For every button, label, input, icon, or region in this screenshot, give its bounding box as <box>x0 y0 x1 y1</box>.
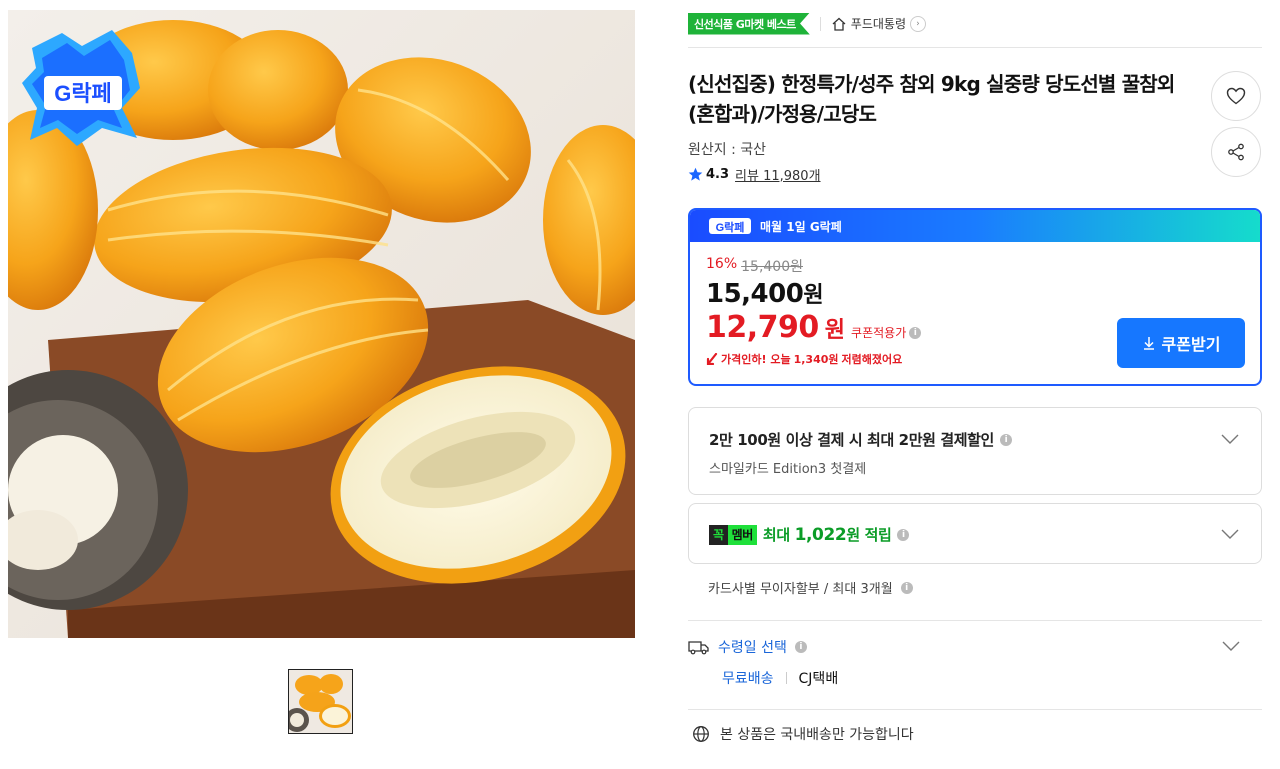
star-icon <box>688 167 703 181</box>
promo-text: 매월 1일 G락페 <box>760 219 842 234</box>
rating-score: 4.3 <box>706 167 730 182</box>
delivery-date-select[interactable]: 수령일 선택 i <box>688 637 1262 657</box>
svg-text:G락페: G락페 <box>54 81 112 106</box>
rating-row: 4.3 리뷰 11,980개 <box>688 165 821 184</box>
price-box: G락페 매월 1일 G락페 16% 15,400원 15,400원 12,790… <box>688 208 1262 386</box>
card-discount-main: 2만 100원 이상 결제 시 최대 2만원 결제할인 i <box>709 429 1241 450</box>
sale-price-value: 15,400 <box>706 279 804 309</box>
origin-text: 원산지 : 국산 <box>688 142 767 158</box>
delivery-section: 수령일 선택 i 무료배송 CJ택배 <box>688 637 1262 688</box>
member-reward: 최대 1,022원 적립 <box>762 524 892 545</box>
category-label: 푸드대통령 <box>850 17 906 31</box>
card-discount-sub: 스마일카드 Edition3 첫결제 <box>709 462 867 477</box>
promo-header: G락페 매월 1일 G락페 <box>690 210 1260 242</box>
delivery-date-label: 수령일 선택 <box>718 640 787 656</box>
coupon-label: 쿠폰적용가 i <box>851 324 922 341</box>
glakpe-badge-icon: G락페 <box>22 30 140 146</box>
price-drop-suffix: 저렴해졌어요 <box>841 353 903 366</box>
price-drop-prefix: 가격인하! 오늘 <box>721 353 791 366</box>
info-icon[interactable]: i <box>909 326 922 339</box>
coupon-label-text: 쿠폰적용가 <box>851 326 907 340</box>
wishlist-button[interactable] <box>1211 71 1261 121</box>
installment-text: 카드사별 무이자할부 / 최대 3개월 <box>708 582 893 597</box>
share-button[interactable] <box>1211 127 1261 177</box>
domestic-text: 본 상품은 국내배송만 가능합니다 <box>720 727 914 743</box>
coupon-price-value: 12,790 <box>706 310 819 345</box>
coupon-button-label: 쿠폰받기 <box>1161 337 1221 354</box>
breadcrumb-divider <box>819 16 821 31</box>
info-icon[interactable]: i <box>900 581 913 594</box>
member-benefit-main: 꼭 멤버 최대 1,022원 적립 i <box>709 524 1241 545</box>
member-reward-suffix: 원 적립 <box>846 526 892 544</box>
product-title: (신선집중) 한정특가/성주 참외 9kg 실중량 당도선별 꿀참외(혼합과)/… <box>688 72 1175 126</box>
review-link[interactable]: 리뷰 11,980개 <box>735 165 821 184</box>
carrier-name: CJ택배 <box>798 671 839 687</box>
breadcrumb: 신선식품 G마켓 베스트 푸드대통령 › <box>688 0 1262 48</box>
price-drop-arrow-icon <box>706 353 718 365</box>
chevron-down-icon <box>1221 434 1239 444</box>
card-discount-benefit[interactable]: 2만 100원 이상 결제 시 최대 2만원 결제할인 i 스마일카드 Edit… <box>688 407 1262 495</box>
coupon-price-unit: 원 <box>824 318 846 343</box>
discount-row: 16% 15,400원 <box>706 256 803 276</box>
divider <box>688 709 1262 710</box>
member-benefit[interactable]: 꼭 멤버 최대 1,022원 적립 i <box>688 503 1262 564</box>
card-discount-text: 2만 100원 이상 결제 시 최대 2만원 결제할인 <box>709 431 994 449</box>
glakpe-logo-icon: G락페 <box>709 218 751 234</box>
coupon-download-button[interactable]: 쿠폰받기 <box>1117 318 1245 368</box>
thumbnail-1[interactable] <box>288 669 353 734</box>
member-tag-a: 꼭 <box>709 524 728 545</box>
free-shipping: 무료배송 <box>722 671 774 687</box>
sale-price: 15,400원 <box>706 277 824 309</box>
globe-icon <box>693 726 709 742</box>
delivery-divider <box>785 672 787 684</box>
divider <box>688 620 1262 621</box>
product-page: G락페 신선식품 G마켓 베스트 푸드대통령 › (신선집중) 한정특가/성주 … <box>0 0 1280 769</box>
info-icon[interactable]: i <box>999 433 1012 446</box>
svg-text:G락페: G락페 <box>716 220 745 234</box>
member-reward-amount: 1,022 <box>794 525 847 545</box>
original-price: 15,400원 <box>741 259 803 275</box>
info-icon[interactable]: i <box>897 528 910 541</box>
download-icon <box>1143 337 1154 350</box>
member-tag: 꼭 멤버 <box>709 524 757 545</box>
domestic-shipping-notice: 본 상품은 국내배송만 가능합니다 <box>692 724 914 744</box>
sale-price-unit: 원 <box>803 283 824 308</box>
heart-icon <box>1226 87 1246 105</box>
chevron-down-icon <box>1221 529 1239 539</box>
installment-info: 카드사별 무이자할부 / 최대 3개월 i <box>708 578 913 597</box>
chevron-down-icon[interactable] <box>1222 641 1240 651</box>
truck-icon <box>688 641 709 655</box>
chevron-right-icon: › <box>909 15 926 32</box>
thumbnail-image <box>289 670 352 733</box>
coupon-price: 12,790 원 쿠폰적용가 i <box>706 310 922 345</box>
member-reward-prefix: 최대 <box>762 526 790 544</box>
category-link[interactable]: 푸드대통령 › <box>831 15 926 32</box>
member-tag-b: 멤버 <box>727 524 757 545</box>
info-icon[interactable]: i <box>794 641 807 653</box>
price-drop-amount: 1,340원 <box>793 353 839 366</box>
discount-rate: 16% <box>706 256 738 272</box>
best-badge[interactable]: 신선식품 G마켓 베스트 <box>688 12 810 35</box>
price-drop-notice: 가격인하! 오늘 1,340원 저렴해졌어요 <box>706 351 902 367</box>
share-icon <box>1228 143 1244 161</box>
product-info: 신선식품 G마켓 베스트 푸드대통령 › (신선집중) 한정특가/성주 참외 9… <box>688 0 1262 743</box>
product-main-image[interactable]: G락페 <box>8 10 635 638</box>
delivery-info: 무료배송 CJ택배 <box>722 668 1262 688</box>
home-icon <box>832 17 846 31</box>
